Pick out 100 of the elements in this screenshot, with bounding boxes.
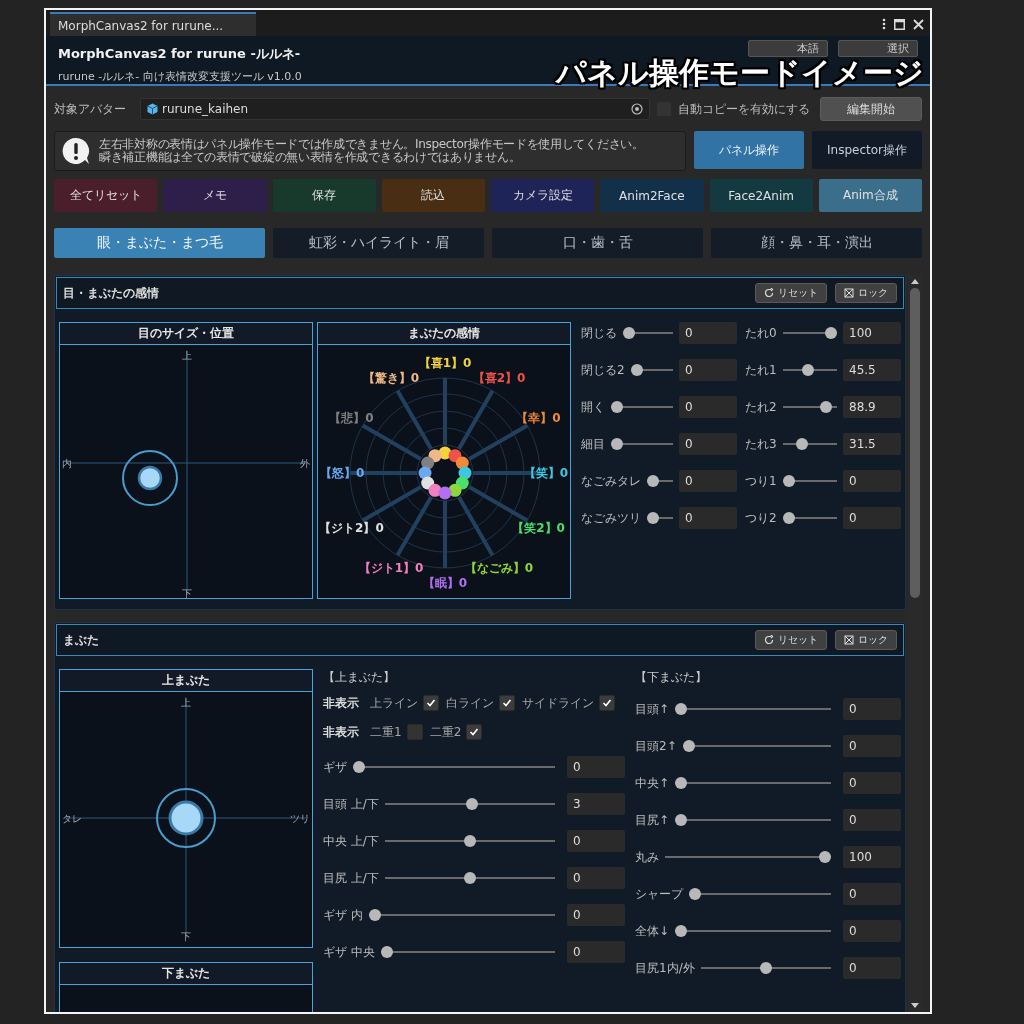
slider-thumb[interactable]: [820, 401, 833, 413]
value-field[interactable]: 0: [567, 904, 625, 926]
position-pad[interactable]: 上 下 タレ ツリ: [60, 692, 312, 947]
value-field[interactable]: 0: [679, 322, 737, 344]
edit-button[interactable]: 編集開始: [820, 97, 922, 121]
value-field[interactable]: 0: [843, 957, 901, 979]
value-field[interactable]: 45.5: [843, 359, 901, 381]
slider-thumb[interactable]: [675, 814, 688, 826]
slider-thumb[interactable]: [465, 798, 478, 810]
value-field[interactable]: 0: [567, 830, 625, 852]
value-field[interactable]: 0: [679, 396, 737, 418]
window-tab[interactable]: MorphCanvas2 for rurune...: [50, 12, 256, 36]
slider-thumb[interactable]: [380, 946, 393, 958]
slider-thumb[interactable]: [647, 512, 659, 524]
checkbox[interactable]: [406, 724, 423, 740]
value-field[interactable]: 0: [843, 809, 901, 831]
slider-thumb[interactable]: [825, 327, 837, 339]
category-tab[interactable]: 眼・まぶた・まつ毛: [54, 228, 265, 258]
action-button[interactable]: 全てリセット: [54, 179, 158, 212]
checkbox[interactable]: [466, 724, 483, 740]
action-button[interactable]: Face2Anim: [709, 179, 813, 212]
axis-label: 上: [181, 697, 191, 708]
action-button[interactable]: Anim2Face: [600, 179, 704, 212]
action-button[interactable]: メモ: [163, 179, 267, 212]
action-button[interactable]: カメラ設定: [491, 179, 595, 212]
checkbox[interactable]: [423, 695, 439, 711]
reset-button[interactable]: リセット: [755, 283, 827, 303]
scroll-up-icon[interactable]: [911, 279, 919, 284]
value-field[interactable]: 0: [843, 920, 901, 942]
value-field[interactable]: 0: [567, 756, 625, 778]
mode-button[interactable]: パネル操作: [694, 131, 804, 169]
value-field[interactable]: 0: [567, 867, 625, 889]
target-icon[interactable]: [631, 103, 643, 115]
slider-thumb[interactable]: [782, 475, 795, 487]
value-field[interactable]: 0: [843, 772, 901, 794]
category-tab[interactable]: 顔・鼻・耳・演出: [711, 228, 922, 258]
pad-handle[interactable]: [156, 788, 216, 848]
slider-thumb[interactable]: [463, 872, 476, 884]
value-field[interactable]: 100: [843, 322, 901, 344]
slider-thumb[interactable]: [647, 475, 659, 487]
slider-thumb[interactable]: [675, 925, 688, 937]
emotion-dot[interactable]: [455, 456, 469, 470]
lock-button[interactable]: ロック: [835, 283, 897, 303]
slider-thumb[interactable]: [682, 740, 695, 752]
slider-thumb[interactable]: [759, 962, 772, 974]
slider-thumb[interactable]: [463, 835, 476, 847]
slider-thumb[interactable]: [675, 703, 688, 715]
warning-icon: [61, 136, 91, 166]
value-field[interactable]: 0: [679, 359, 737, 381]
value-field[interactable]: 0: [679, 470, 737, 492]
value-field[interactable]: 100: [843, 846, 901, 868]
maximize-icon[interactable]: [894, 18, 905, 30]
emotion-dot[interactable]: [421, 456, 435, 470]
slider-thumb[interactable]: [623, 327, 635, 339]
slider-label: なごみタレ: [581, 472, 641, 490]
scroll-down-icon[interactable]: [911, 1003, 919, 1008]
slider-thumb[interactable]: [795, 438, 808, 450]
action-button[interactable]: 読込: [381, 179, 485, 212]
slider-thumb[interactable]: [675, 777, 688, 789]
slider-label: つり1: [745, 472, 777, 490]
value-field[interactable]: 0: [843, 698, 901, 720]
value-field[interactable]: 0: [679, 433, 737, 455]
action-button[interactable]: Anim合成: [818, 179, 922, 212]
category-tab[interactable]: 虹彩・ハイライト・眉: [273, 228, 484, 258]
axis-label: 上: [182, 350, 192, 361]
value-field[interactable]: 0: [843, 507, 901, 529]
slider-thumb[interactable]: [353, 761, 365, 773]
checkbox[interactable]: [499, 695, 515, 711]
slider-thumb[interactable]: [782, 512, 795, 524]
position-pad[interactable]: 上 下 内 外: [60, 345, 312, 598]
value-field[interactable]: 0: [843, 883, 901, 905]
slider-thumb[interactable]: [819, 851, 831, 863]
value-field[interactable]: 88.9: [843, 396, 901, 418]
value-field[interactable]: 0: [567, 941, 625, 963]
close-icon[interactable]: [913, 18, 924, 30]
reset-button[interactable]: リセット: [755, 630, 827, 650]
slider-thumb[interactable]: [611, 401, 623, 413]
emotion-dot[interactable]: [438, 486, 452, 500]
slider-thumb[interactable]: [611, 438, 623, 450]
slider-thumb[interactable]: [630, 364, 643, 376]
header-button[interactable]: 本語: [748, 40, 828, 57]
more-icon[interactable]: [882, 18, 886, 30]
slider-thumb[interactable]: [689, 888, 701, 900]
value-field[interactable]: 0: [679, 507, 737, 529]
value-field[interactable]: 31.5: [843, 433, 901, 455]
category-tab[interactable]: 口・歯・舌: [492, 228, 703, 258]
value-field[interactable]: 0: [843, 470, 901, 492]
action-button[interactable]: 保存: [272, 179, 376, 212]
pad-handle[interactable]: [122, 450, 178, 506]
mode-button[interactable]: Inspector操作: [812, 131, 922, 169]
checkbox[interactable]: [599, 695, 615, 711]
value-field[interactable]: 0: [843, 735, 901, 757]
avatar-field[interactable]: rurune_kaihen: [140, 98, 650, 120]
value-field[interactable]: 3: [567, 793, 625, 815]
header-button[interactable]: 選択: [838, 40, 918, 57]
emotion-dot[interactable]: [448, 483, 462, 497]
slider-thumb[interactable]: [801, 364, 814, 376]
emotion-dot[interactable]: [428, 483, 442, 497]
slider-thumb[interactable]: [368, 909, 381, 921]
lock-button[interactable]: ロック: [835, 630, 897, 650]
